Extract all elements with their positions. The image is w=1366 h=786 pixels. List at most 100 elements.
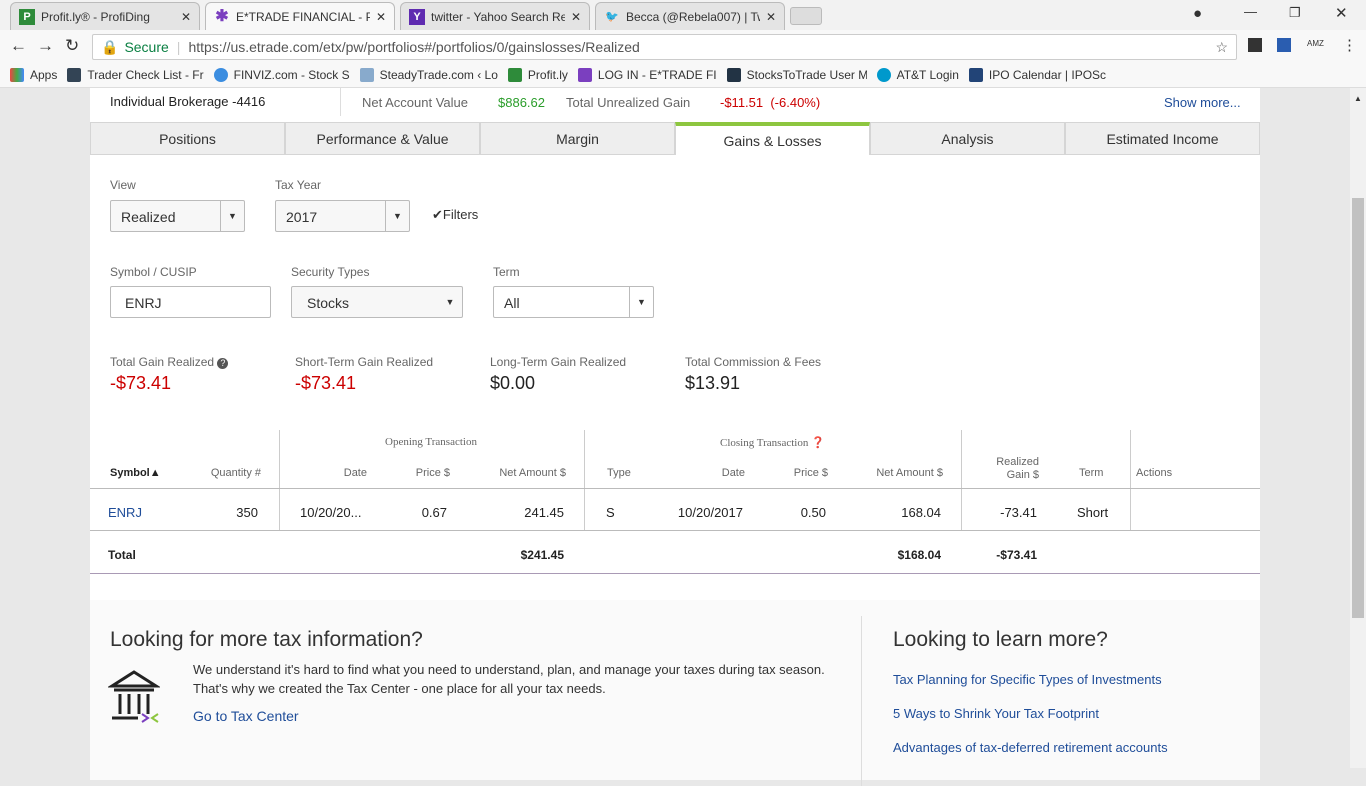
scroll-up-icon[interactable]: ▲ bbox=[1354, 94, 1362, 103]
header-quantity[interactable]: Quantity # bbox=[211, 467, 261, 479]
cell-realized-gain: -73.41 bbox=[1000, 505, 1037, 520]
header-symbol[interactable]: Symbol▲ bbox=[110, 467, 161, 479]
search-extension-icon[interactable] bbox=[1277, 38, 1291, 52]
tab-title: twitter - Yahoo Search Re bbox=[431, 9, 565, 24]
help-icon[interactable]: ? bbox=[217, 358, 229, 369]
bookmark[interactable]: Trader Check List - Fr bbox=[67, 68, 204, 82]
new-tab-button[interactable] bbox=[790, 7, 822, 25]
bookmark-icon bbox=[507, 68, 522, 82]
view-select[interactable]: Realized ▼ bbox=[110, 200, 245, 232]
bookmark[interactable]: AT&T Login bbox=[876, 68, 959, 82]
secure-label: Secure bbox=[124, 39, 169, 55]
view-label: View bbox=[110, 178, 136, 192]
bookmark[interactable]: IPO Calendar | IPOSc bbox=[968, 68, 1106, 82]
cell-term: Short bbox=[1077, 505, 1109, 520]
minimize-button[interactable]: — bbox=[1244, 4, 1257, 19]
browser-tab-twitter[interactable]: 🐦 Becca (@Rebela007) | Tw ✕ bbox=[595, 2, 785, 30]
chevron-down-icon: ▼ bbox=[629, 287, 653, 317]
scrollbar-thumb[interactable] bbox=[1352, 198, 1364, 618]
bookmark[interactable]: Profit.ly bbox=[507, 68, 568, 82]
term-label: Term bbox=[493, 265, 520, 279]
account-name[interactable]: Individual Brokerage -4416 bbox=[110, 94, 265, 109]
header-open-amount[interactable]: Net Amount $ bbox=[499, 467, 566, 479]
bookmark-icon bbox=[968, 68, 983, 82]
forward-icon[interactable]: → bbox=[37, 36, 54, 56]
learn-link[interactable]: Advantages of tax-deferred retirement ac… bbox=[893, 740, 1168, 755]
total-open-amount: $241.45 bbox=[520, 548, 564, 562]
learn-more-title: Looking to learn more? bbox=[893, 628, 1108, 651]
summary-short-term: Short-Term Gain Realized -$73.41 bbox=[295, 355, 434, 393]
total-gain: -$73.41 bbox=[996, 548, 1037, 562]
total-label: Total bbox=[108, 548, 136, 562]
tax-year-label: Tax Year bbox=[275, 178, 322, 192]
bookmark-icon bbox=[67, 68, 82, 82]
summary-total-gain: Total Gain Realized ? -$73.41 bbox=[110, 355, 229, 394]
learn-link[interactable]: 5 Ways to Shrink Your Tax Footprint bbox=[893, 706, 1099, 721]
header-open-price[interactable]: Price $ bbox=[416, 467, 450, 479]
sort-asc-icon: ▲ bbox=[149, 467, 161, 479]
profile-icon[interactable]: ● bbox=[1193, 5, 1202, 22]
symbol-input[interactable]: ENRJ bbox=[110, 286, 271, 318]
bookmark[interactable]: SteadyTrade.com ‹ Lo bbox=[359, 68, 498, 82]
extension-icon[interactable] bbox=[1248, 38, 1262, 52]
total-close-amount: $168.04 bbox=[897, 548, 941, 562]
tab-gains-losses[interactable]: Gains & Losses bbox=[675, 122, 870, 155]
tab-performance[interactable]: Performance & Value bbox=[285, 122, 480, 155]
cell-close-date: 10/20/2017 bbox=[677, 505, 743, 520]
tax-year-select[interactable]: 2017 ▼ bbox=[275, 200, 410, 232]
bookmark-icon bbox=[213, 68, 228, 82]
tax-info-section: Looking for more tax information? We und… bbox=[90, 600, 1260, 786]
reload-icon[interactable]: ↻ bbox=[65, 36, 79, 56]
close-icon[interactable]: ✕ bbox=[571, 10, 581, 24]
symbol-link[interactable]: ENRJ bbox=[108, 505, 142, 520]
header-term[interactable]: Term bbox=[1079, 467, 1103, 479]
tab-estimated-income[interactable]: Estimated Income bbox=[1065, 122, 1260, 155]
filters-toggle[interactable]: ✔Filters bbox=[432, 207, 478, 223]
yahoo-icon: Y bbox=[409, 8, 425, 25]
address-bar[interactable]: 🔒 Secure | https://us.etrade.com/etx/pw/… bbox=[92, 34, 1237, 60]
header-close-date[interactable]: Date bbox=[722, 467, 745, 479]
header-close-price[interactable]: Price $ bbox=[794, 467, 828, 479]
bookmark[interactable]: StocksToTrade User M bbox=[726, 68, 867, 82]
summary-commission: Total Commission & Fees $13.91 bbox=[685, 355, 822, 393]
cell-quantity: 350 bbox=[236, 505, 258, 520]
term-select[interactable]: All ▼ bbox=[493, 286, 654, 318]
close-icon[interactable]: ✕ bbox=[181, 10, 191, 24]
net-value-label: Net Account Value bbox=[362, 95, 468, 110]
help-icon[interactable]: ❓ bbox=[811, 437, 825, 449]
tab-positions[interactable]: Positions bbox=[90, 122, 285, 155]
menu-icon[interactable]: ⋮ bbox=[1342, 36, 1357, 54]
header-open-date[interactable]: Date bbox=[344, 467, 367, 479]
security-types-select[interactable]: Stocks ▼ bbox=[291, 286, 463, 318]
bookmark-star-icon[interactable]: ☆ bbox=[1215, 39, 1228, 56]
net-value: $886.62 bbox=[498, 95, 545, 110]
bookmark-apps[interactable]: Apps bbox=[10, 68, 57, 82]
browser-tab-etrade[interactable]: ✱ E*TRADE FINANCIAL - Po ✕ bbox=[205, 2, 395, 30]
browser-tab-yahoo[interactable]: Ytwitter - Yahoo Search Re ✕ bbox=[400, 2, 590, 30]
scrollbar[interactable]: ▲ bbox=[1350, 88, 1366, 768]
tab-title: Becca (@Rebela007) | Tw bbox=[626, 9, 760, 24]
account-header: Individual Brokerage -4416 Net Account V… bbox=[90, 88, 1260, 122]
browser-tab-profitly[interactable]: P Profit.ly® - ProfiDing ✕ bbox=[10, 2, 200, 30]
back-icon[interactable]: ← bbox=[10, 36, 27, 56]
bookmark-icon bbox=[876, 68, 891, 82]
close-icon[interactable]: ✕ bbox=[376, 10, 386, 24]
bookmark-icon bbox=[577, 68, 592, 82]
tab-title: E*TRADE FINANCIAL - Po bbox=[236, 9, 370, 24]
amz-extension-icon[interactable]: AMZ bbox=[1307, 39, 1324, 48]
tab-analysis[interactable]: Analysis bbox=[870, 122, 1065, 155]
header-close-amount[interactable]: Net Amount $ bbox=[876, 467, 943, 479]
header-realized-gain[interactable]: Realized Gain $ bbox=[987, 456, 1039, 482]
tab-margin[interactable]: Margin bbox=[480, 122, 675, 155]
learn-link[interactable]: Tax Planning for Specific Types of Inves… bbox=[893, 672, 1162, 687]
bookmark[interactable]: FINVIZ.com - Stock S bbox=[213, 68, 350, 82]
header-type[interactable]: Type bbox=[607, 467, 631, 479]
maximize-button[interactable]: ❐ bbox=[1289, 5, 1301, 21]
tax-center-link[interactable]: Go to Tax Center bbox=[193, 708, 299, 724]
lock-icon: 🔒 bbox=[101, 38, 119, 55]
cell-close-amount: 168.04 bbox=[901, 505, 941, 520]
close-icon[interactable]: ✕ bbox=[766, 10, 776, 24]
close-window-button[interactable]: ✕ bbox=[1335, 4, 1348, 22]
show-more-link[interactable]: Show more... bbox=[1164, 95, 1241, 110]
bookmark[interactable]: LOG IN - E*TRADE FI bbox=[577, 68, 717, 82]
